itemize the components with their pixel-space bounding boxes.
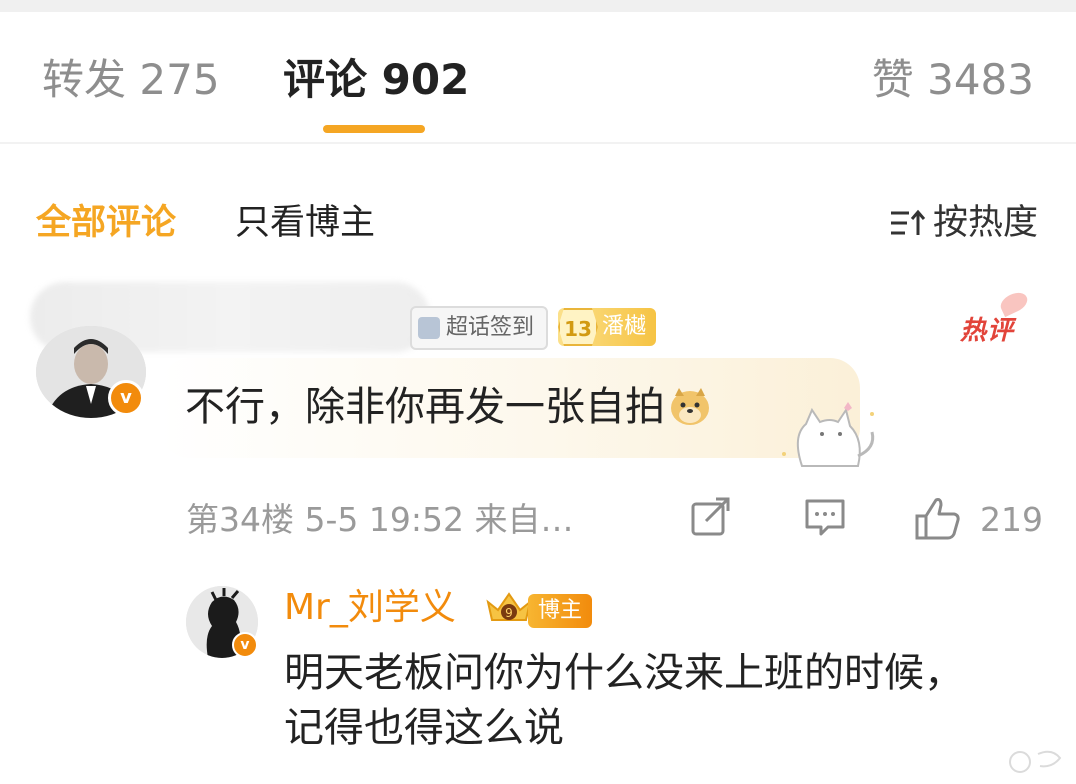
reply-verified-badge-icon: v <box>232 632 258 658</box>
cat-sticker-decoration <box>782 402 875 467</box>
crown-level-icon: 9 <box>486 592 532 621</box>
watermark-icon <box>1009 750 1062 773</box>
reply-text[interactable]: 明天老板问你为什么没来上班的时候，记得也得这么说 <box>284 646 984 756</box>
sort-label: 按热度 <box>932 203 1038 243</box>
author-badge: 博主 <box>528 594 593 628</box>
top-strip <box>0 0 1076 12</box>
tab-comments[interactable]: 评论 902 <box>283 52 469 108</box>
tab-comments-label: 评论 <box>283 55 368 104</box>
tab-likes[interactable]: 赞 3483 <box>872 52 1034 108</box>
active-tab-indicator <box>323 125 425 133</box>
hot-comment-badge: 热评 <box>960 316 1015 346</box>
like-thumb-icon[interactable] <box>914 496 962 542</box>
supertopic-checkin-badge[interactable]: 超话签到 <box>410 306 549 350</box>
like-count: 219 <box>980 500 1043 539</box>
sort-by-hot-button[interactable]: 按热度 <box>889 200 1038 246</box>
comment-text[interactable]: 不行，除非你再发一张自拍 <box>185 380 711 434</box>
fan-level-badge[interactable]: 13 潘樾 <box>558 308 657 346</box>
comment-body: 不行，除非你再发一张自拍 <box>185 384 665 430</box>
checkin-icon <box>418 317 440 339</box>
reply-author-name[interactable]: Mr_刘学义 <box>284 584 456 632</box>
filter-op-only[interactable]: 只看博主 <box>235 200 375 246</box>
tab-comments-count: 902 <box>381 55 470 104</box>
crown-level-number: 9 <box>505 606 513 620</box>
checkin-label: 超话签到 <box>446 315 535 340</box>
doge-emoji-icon <box>671 388 709 425</box>
fan-level-number: 13 <box>558 308 598 346</box>
tab-likes-label: 赞 <box>871 55 914 104</box>
verified-badge-icon: v <box>108 380 144 416</box>
reply-comment-icon[interactable] <box>804 496 846 538</box>
tab-repost-label: 转发 <box>42 55 127 104</box>
tab-repost-count: 275 <box>139 55 220 104</box>
comment-meta: 第34楼 5-5 19:52 来自… <box>186 500 574 539</box>
tab-likes-count: 3483 <box>927 55 1034 104</box>
tab-repost[interactable]: 转发 275 <box>42 52 220 108</box>
fan-name: 潘樾 <box>602 314 647 339</box>
tabs-divider <box>0 142 1076 144</box>
sort-icon <box>890 209 926 235</box>
share-icon[interactable] <box>690 496 732 538</box>
filter-all-comments[interactable]: 全部评论 <box>36 200 176 246</box>
